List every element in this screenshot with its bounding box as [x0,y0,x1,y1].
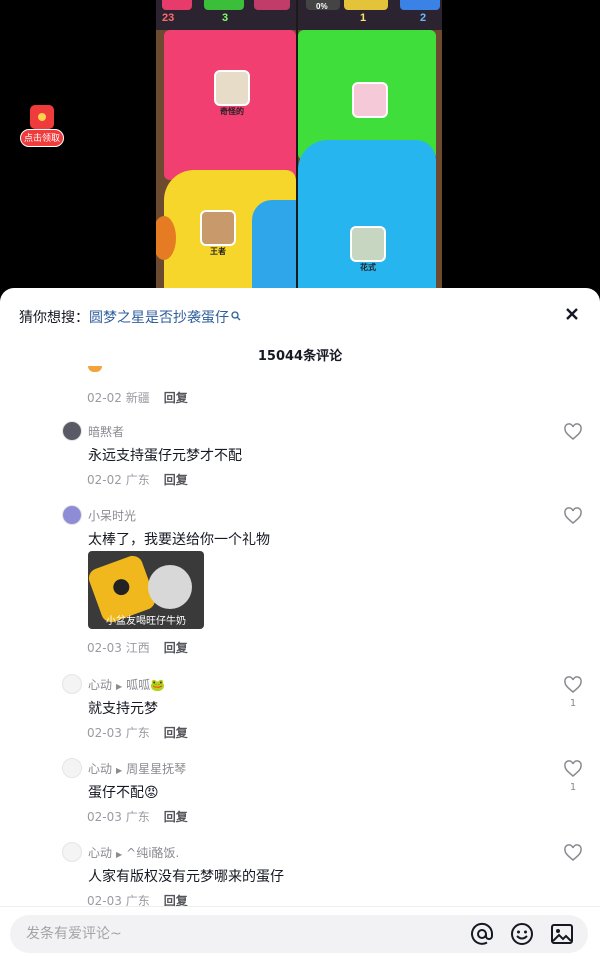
comment-username[interactable]: 小呆时光 [88,507,136,524]
heart-icon[interactable] [563,844,583,862]
comment-text[interactable]: 太棒了，我要送给你一个礼物 [88,529,270,549]
sticker-caption: 小盆友喝旺仔牛奶 [106,616,186,627]
score-percent: 0% [316,2,328,11]
comment-username[interactable]: 心动 ▶ ^纯i酪饭. [88,844,179,861]
score-red: 23 [162,12,175,24]
comment-text[interactable]: 蛋仔不配😡 [88,782,159,802]
reply-arrow-icon: ▶ [116,850,123,859]
emoji-icon[interactable] [510,922,534,946]
game-video-frame: 23 3 0% 1 2 奇怪的 王者 花式 [156,0,442,300]
at-icon[interactable] [470,922,494,946]
comment-meta: 02-03 广东 回复 [87,894,188,906]
red-packet-icon [30,105,54,129]
comment-meta: 02-03 广东 回复 [87,726,188,740]
score-blue: 2 [420,12,427,24]
comment-text[interactable]: 人家有版权没有元梦哪来的蛋仔 [88,866,284,886]
red-packet-promo[interactable]: 点击领取 [20,105,64,147]
comment-count: 15044条评论 [257,349,343,364]
comment-sheet: 猜你想搜：圆梦之星是否抄袭蛋仔 15044条评论 02-02 新疆 回复 暗黙者 … [0,288,600,960]
comment-text[interactable]: 永远支持蛋仔元梦才不配 [88,445,242,465]
comment-input[interactable] [26,915,446,953]
player-avatar-yellow [200,210,236,246]
sticker-image[interactable]: 小盆友喝旺仔牛奶 [88,551,204,629]
game-board-right: 花式 [298,30,436,300]
heart-icon[interactable] [563,507,583,525]
player-name-pink: 奇怪的 [220,107,244,116]
reply-button[interactable]: 回复 [164,726,188,740]
avatar[interactable] [62,505,82,525]
comment-input-box[interactable] [10,915,588,953]
gas-mask-graphic [148,565,192,609]
game-board-left: 奇怪的 王者 [156,30,296,300]
reply-arrow-icon: ▶ [116,682,123,691]
reply-button[interactable]: 回复 [164,810,188,824]
heart-icon[interactable] [563,676,583,694]
promo-label: 点击领取 [20,129,64,147]
search-suggestion[interactable]: 猜你想搜：圆梦之星是否抄袭蛋仔 [19,307,241,327]
suggest-link[interactable]: 圆梦之星是否抄袭蛋仔 [89,310,229,326]
player-avatar-green [352,82,388,118]
comment-input-bar [0,906,600,960]
comment-username[interactable]: 心动 ▶ 呱呱🐸 [88,676,165,693]
avatar[interactable] [62,758,82,778]
game-top-bar: 23 3 0% 1 2 [156,0,442,30]
image-icon[interactable] [550,922,574,946]
reply-button[interactable]: 回复 [164,641,188,655]
player-name-yellow: 王者 [210,247,226,256]
comment-username[interactable]: 心动 ▶ 周星星抚琴 [88,760,186,777]
comment-meta: 02-03 广东 回复 [87,810,188,824]
suggest-prefix: 猜你想搜： [19,310,89,326]
score-yellow: 1 [360,12,367,24]
player-avatar-blue [350,226,386,262]
comment-text[interactable]: 就支持元梦 [88,698,158,718]
search-icon [231,311,241,321]
player-name-blue: 花式 [360,263,376,272]
avatar[interactable] [62,674,82,694]
heart-icon[interactable] [563,760,583,778]
comment-list[interactable]: 02-02 新疆 回复 暗黙者 永远支持蛋仔元梦才不配 02-02 广东 回复 小呆… [0,366,600,906]
emoji-fragment [88,366,102,372]
avatar[interactable] [62,842,82,862]
reply-button[interactable]: 回复 [164,894,188,906]
reply-arrow-icon: ▶ [116,766,123,775]
avatar[interactable] [62,421,82,441]
score-green: 3 [222,12,229,24]
reply-button[interactable]: 回复 [164,473,188,487]
video-player[interactable]: 23 3 0% 1 2 奇怪的 王者 花式 点击领取 [0,0,600,300]
comment-meta: 02-02 广东 回复 [87,473,188,487]
comment-meta: 02-03 江西 回复 [87,641,188,655]
close-icon[interactable] [562,306,582,326]
like-count: 1 [569,698,577,709]
comment-username[interactable]: 暗黙者 [88,423,124,440]
reply-button[interactable]: 回复 [164,391,188,405]
like-count: 1 [569,782,577,793]
heart-icon[interactable] [563,423,583,441]
player-avatar-pink [214,70,250,106]
comment-meta: 02-02 新疆 回复 [87,391,188,405]
